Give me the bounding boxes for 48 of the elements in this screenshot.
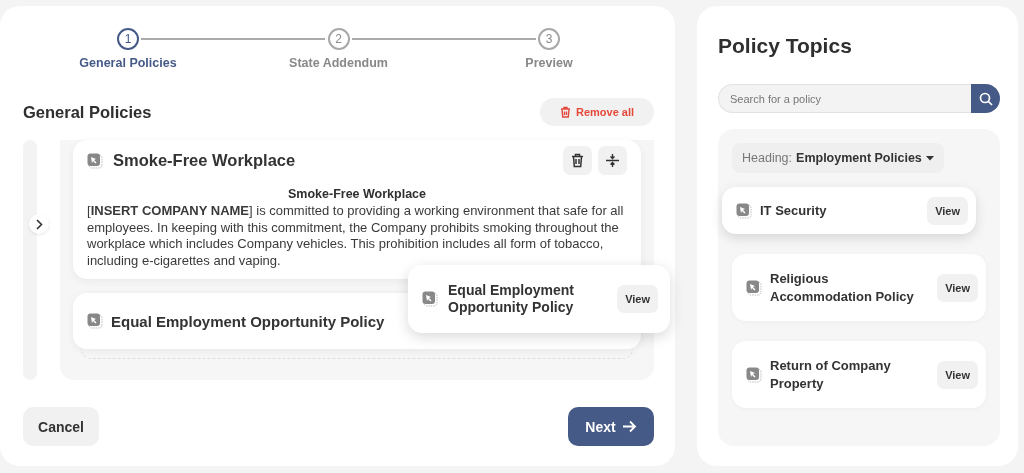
cursor-tile-icon bbox=[746, 279, 762, 296]
trash-icon bbox=[559, 106, 571, 118]
policy-title: Smoke-Free Workplace bbox=[113, 151, 296, 170]
view-button[interactable]: View bbox=[937, 273, 978, 302]
topic-card[interactable]: Religious Accommodation Policy View bbox=[732, 254, 986, 321]
trash-icon bbox=[571, 153, 584, 168]
step-number: 1 bbox=[117, 28, 139, 50]
dropdown-value: Employment Policies bbox=[796, 151, 922, 165]
topic-title: Religious Accommodation Policy bbox=[770, 269, 915, 306]
chevron-right-icon bbox=[35, 218, 43, 230]
dropdown-label: Heading: bbox=[742, 151, 793, 165]
stepper-step[interactable]: 1 General Policies bbox=[63, 28, 193, 70]
chevron-right-button[interactable] bbox=[29, 214, 49, 234]
cursor-tile-icon bbox=[87, 313, 103, 329]
search-icon bbox=[978, 91, 993, 106]
step-label: Preview bbox=[525, 56, 573, 70]
cursor-tile-icon bbox=[736, 202, 752, 219]
step-number: 2 bbox=[327, 28, 350, 50]
collapse-button[interactable] bbox=[598, 146, 627, 175]
step-number: 3 bbox=[538, 28, 560, 50]
step-label: General Policies bbox=[79, 56, 177, 70]
stepper-step[interactable]: 2 State Addendum bbox=[273, 28, 404, 70]
search-button[interactable] bbox=[971, 84, 1000, 113]
caret-icon bbox=[925, 155, 934, 161]
view-button[interactable]: View bbox=[937, 360, 978, 389]
topic-title: Return of Company Property bbox=[770, 356, 892, 393]
collapse-icon bbox=[605, 153, 620, 168]
search-field[interactable]: Search for a policy bbox=[718, 84, 971, 113]
cursor-tile-icon bbox=[746, 366, 762, 383]
drag-preview-popover[interactable]: Equal Employment Opportunity Policy View bbox=[408, 265, 670, 333]
cursor-tile-icon bbox=[87, 152, 103, 169]
cursor-tile-icon bbox=[422, 291, 438, 307]
topic-card[interactable]: Return of Company Property View bbox=[732, 341, 986, 408]
cancel-button[interactable]: Cancel bbox=[23, 407, 99, 446]
view-button[interactable]: View bbox=[927, 196, 968, 225]
delete-button[interactable] bbox=[563, 146, 592, 175]
view-button[interactable]: View bbox=[617, 285, 658, 313]
policy-title: Equal Employment Opportunity Policy bbox=[111, 312, 385, 330]
next-button[interactable]: Next bbox=[568, 407, 654, 446]
step-label: State Addendum bbox=[289, 56, 388, 70]
section-title: General Policies bbox=[23, 102, 152, 122]
topic-card[interactable]: IT Security View bbox=[722, 187, 976, 234]
topic-title: IT Security bbox=[760, 201, 828, 220]
policy-heading: Smoke-Free Workplace bbox=[287, 187, 427, 201]
arrow-right-icon bbox=[621, 420, 637, 433]
panel-title: Policy Topics bbox=[718, 34, 853, 58]
stepper-step[interactable]: 3 Preview bbox=[484, 28, 614, 70]
heading-dropdown[interactable]: Heading: Employment Policies bbox=[732, 143, 944, 173]
